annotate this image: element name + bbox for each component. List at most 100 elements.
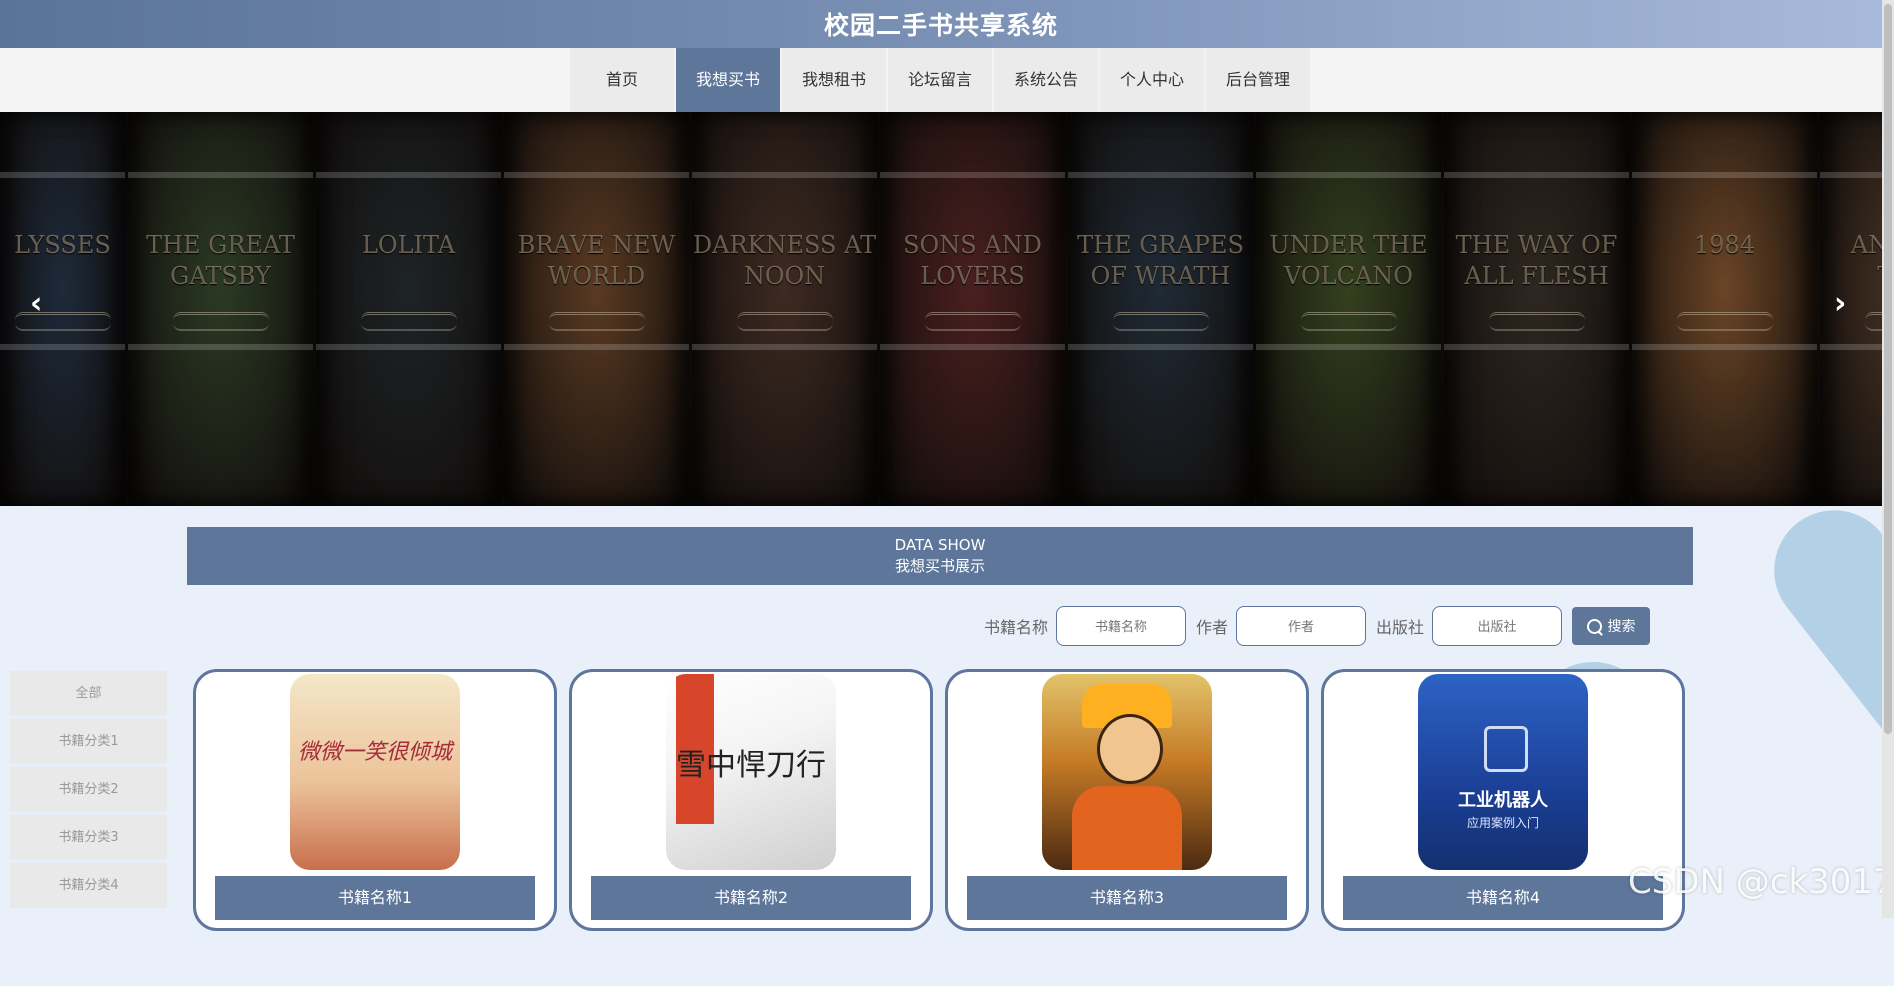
spine-ornament (1112, 312, 1209, 331)
spine-ornament (1676, 312, 1773, 331)
book-cover-image[interactable] (1042, 674, 1212, 870)
spine-ornament (1488, 312, 1585, 331)
cover-subtitle: 应用案例入门 (1466, 816, 1539, 830)
publisher-input[interactable] (1432, 606, 1563, 646)
banner-book-spine: SONS AND LOVERS (880, 112, 1068, 506)
spine-ornament (1864, 312, 1882, 331)
banner-book-title: UNDER THE VOLCANO (1269, 231, 1428, 290)
spine-band (1256, 172, 1441, 178)
spine-ornament (14, 312, 111, 331)
search-button-label: 搜索 (1607, 618, 1636, 634)
category-sidebar: 全部 书籍分类1 书籍分类2 书籍分类3 书籍分类4 (10, 671, 167, 911)
spine-ornament (1300, 312, 1397, 331)
robot-icon (1484, 726, 1528, 772)
spine-band (1068, 172, 1253, 178)
search-bar: 书籍名称 作者 出版社 搜索 (984, 604, 1651, 648)
spine-band (1820, 172, 1882, 178)
nav-home[interactable]: 首页 (569, 48, 674, 112)
book-card[interactable]: 微微一笑很倾城 书籍名称1 (193, 669, 557, 931)
book-name[interactable]: 书籍名称4 (1343, 876, 1663, 920)
spine-band (880, 344, 1065, 350)
category-item[interactable]: 书籍分类2 (10, 767, 167, 812)
spine-band (1068, 344, 1253, 350)
search-button[interactable]: 搜索 (1572, 607, 1651, 645)
banner-book-title: SONS AND LOVERS (903, 231, 1042, 290)
publisher-label: 出版社 (1376, 618, 1425, 637)
banner-book-title: LYSSES (14, 231, 111, 259)
section-heading-en: DATA SHOW (894, 536, 986, 554)
page-scrollbar[interactable] (1882, 0, 1894, 918)
spine-band (128, 172, 313, 178)
banner-book-spine: LYSSES (0, 112, 128, 506)
book-card[interactable]: 雪中悍刀行 书籍名称2 (569, 669, 933, 931)
category-item[interactable]: 书籍分类3 (10, 815, 167, 860)
cover-title: 雪中悍刀行 (676, 748, 826, 783)
banner-book-title: THE WAY OF ALL FLESH (1455, 231, 1618, 290)
category-all[interactable]: 全部 (10, 671, 167, 716)
decorative-stripe (1750, 486, 1894, 986)
spine-ornament (172, 312, 269, 331)
book-name[interactable]: 书籍名称1 (215, 876, 535, 920)
book-name[interactable]: 书籍名称3 (967, 876, 1287, 920)
spine-band (316, 172, 501, 178)
author-label: 作者 (1196, 618, 1229, 637)
spine-band (504, 344, 689, 350)
banner-carousel: LYSSES THE GREAT GATSBY LOLITA BRAVE NEW WO… (0, 112, 1882, 506)
main-nav: 首页 我想买书 我想租书 论坛留言 系统公告 个人中心 后台管理 (0, 48, 1882, 112)
spine-band (1632, 172, 1817, 178)
banner-book-spine: AN AMER TRAG (1820, 112, 1882, 506)
cover-illustration (1072, 786, 1182, 870)
banner-book-title: AN AMER TRAG (1850, 231, 1882, 290)
spine-ornament (924, 312, 1021, 331)
cover-title: 微微一笑很倾城 (297, 740, 452, 765)
spine-band (128, 344, 313, 350)
banner-book-spine: UNDER THE VOLCANO (1256, 112, 1444, 506)
book-cover-image[interactable]: 微微一笑很倾城 (290, 674, 460, 870)
banner-book-spine: THE WAY OF ALL FLESH (1444, 112, 1632, 506)
nav-rent-books[interactable]: 我想租书 (781, 48, 886, 112)
spine-band (1444, 344, 1629, 350)
banner-book-title: BRAVE NEW WORLD (517, 231, 676, 290)
category-item[interactable]: 书籍分类1 (10, 719, 167, 764)
book-name-input[interactable] (1056, 606, 1187, 646)
nav-forum[interactable]: 论坛留言 (887, 48, 992, 112)
book-cover-image[interactable]: 雪中悍刀行 (666, 674, 836, 870)
book-name-label: 书籍名称 (984, 618, 1049, 637)
carousel-next-icon[interactable]: › (1834, 286, 1846, 321)
app-title: 校园二手书共享系统 (823, 11, 1058, 40)
cover-title: 工业机器人 (1458, 790, 1548, 811)
category-item[interactable]: 书籍分类4 (10, 863, 167, 908)
spine-band (1444, 172, 1629, 178)
banner-book-title: THE GREAT GATSBY (146, 231, 295, 290)
banner-book-spine: LOLITA (316, 112, 504, 506)
banner-book-spine: DARKNESS AT NOON (692, 112, 880, 506)
banner-book-spine: BRAVE NEW WORLD (504, 112, 692, 506)
carousel-prev-icon[interactable]: ‹ (30, 286, 42, 321)
scrollbar-thumb[interactable] (1884, 4, 1892, 734)
author-input[interactable] (1236, 606, 1367, 646)
nav-personal-center[interactable]: 个人中心 (1100, 48, 1205, 112)
nav-buy-books[interactable]: 我想买书 (675, 48, 780, 112)
section-heading-cn: 我想买书展示 (894, 557, 985, 575)
search-icon (1586, 618, 1602, 634)
nav-announcements[interactable]: 系统公告 (994, 48, 1099, 112)
header-bar: 校园二手书共享系统 (0, 0, 1882, 48)
spine-ornament (548, 312, 645, 331)
banner-book-spine: 1984 (1632, 112, 1820, 506)
banner-book-title: 1984 (1693, 231, 1756, 259)
banner-book-title: THE GRAPES OF WRATH (1077, 231, 1244, 290)
spine-band (1632, 344, 1817, 350)
book-cover-image[interactable]: 工业机器人 应用案例入门 (1418, 674, 1588, 870)
nav-admin[interactable]: 后台管理 (1206, 48, 1311, 112)
banner-book-title: LOLITA (361, 231, 456, 259)
spine-band (692, 172, 877, 178)
spine-band (880, 172, 1065, 178)
book-card[interactable]: 书籍名称3 (945, 669, 1309, 931)
spine-band (316, 344, 501, 350)
spine-band (0, 344, 125, 350)
spine-band (0, 172, 125, 178)
spine-ornament (736, 312, 833, 331)
book-name[interactable]: 书籍名称2 (591, 876, 911, 920)
spine-band (692, 344, 877, 350)
banner-book-spine: THE GRAPES OF WRATH (1068, 112, 1256, 506)
